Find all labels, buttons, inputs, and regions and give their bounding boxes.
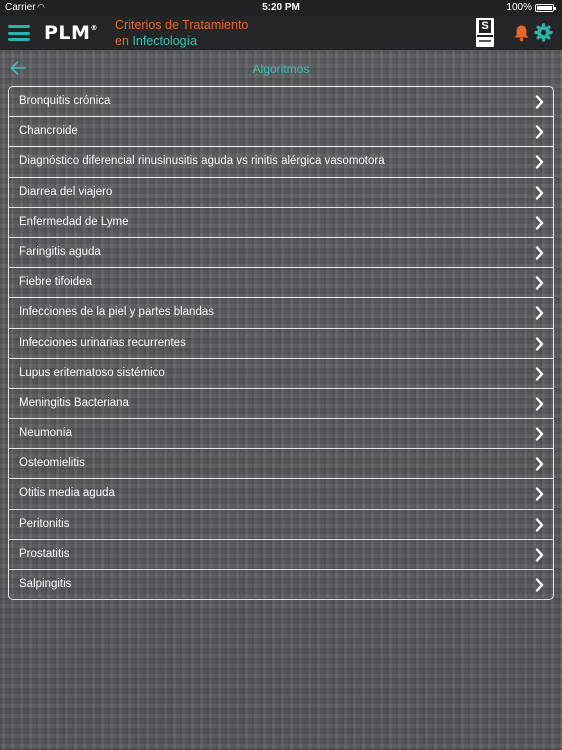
list-item-label: Infecciones de la piel y partes blandas: [19, 306, 214, 319]
chevron-right-icon: [535, 125, 544, 139]
algorithm-list: Bronquitis crónica Chancroide Diagnóstico …: [8, 86, 554, 600]
list-item-label: Fiebre tifoidea: [19, 276, 92, 289]
chevron-right-icon: [535, 185, 544, 200]
list-item-label: Chancroide: [19, 125, 78, 138]
chevron-right-icon: [535, 487, 544, 502]
list-item[interactable]: Chancroide: [9, 117, 553, 148]
app-title-line1: Criterios de Tratamiento: [115, 18, 249, 32]
menu-icon[interactable]: [8, 25, 30, 41]
list-item-label: Diarrea del viajero: [19, 185, 113, 198]
chevron-right-icon: [535, 306, 544, 321]
app-header: PLM® Criterios de Tratamiento en Infecto…: [0, 16, 562, 50]
list-item[interactable]: Enfermedad de Lyme: [9, 208, 553, 238]
seal-icon[interactable]: S: [476, 18, 494, 47]
list-item-label: Enfermedad de Lyme: [19, 215, 129, 228]
app-title: Criterios de Tratamiento en Infectología: [115, 17, 248, 49]
list-item-label: Faringitis aguda: [19, 245, 101, 258]
chevron-right-icon: [535, 427, 544, 441]
list-item-label: Prostatitis: [19, 547, 70, 560]
list-item[interactable]: Infecciones de la piel y partes blandas: [9, 298, 553, 329]
chevron-right-icon: [535, 95, 544, 109]
list-item-label: Diagnóstico diferencial rinusinusitis ag…: [19, 155, 385, 168]
list-item[interactable]: Diagnóstico diferencial rinusinusitis ag…: [9, 147, 553, 178]
chevron-right-icon: [535, 578, 544, 592]
list-item[interactable]: Bronquitis crónica: [9, 87, 553, 118]
app-title-specialty: Infectología: [132, 34, 198, 48]
list-item-label: Infecciones urinarias recurrentes: [19, 336, 186, 349]
list-item-label: Peritonitis: [19, 517, 70, 530]
list-item[interactable]: Meningitis Bacteriana: [9, 389, 553, 420]
list-item-label: Meningitis Bacteriana: [19, 396, 129, 409]
chevron-right-icon: [535, 457, 544, 471]
chevron-right-icon: [535, 548, 544, 562]
list-item[interactable]: Osteomielitis: [9, 449, 553, 480]
list-item[interactable]: Otitis media aguda: [9, 479, 553, 510]
status-time: 5:20 PM: [262, 2, 300, 13]
list-item[interactable]: Infecciones urinarias recurrentes: [9, 329, 553, 359]
battery-icon: [535, 4, 556, 12]
list-item-label: Bronquitis crónica: [19, 95, 111, 107]
chevron-right-icon: [535, 246, 544, 260]
list-item-label: Lupus eritematoso sistémico: [19, 366, 165, 379]
chevron-right-icon: [535, 366, 544, 381]
list-item[interactable]: Lupus eritematoso sistémico: [9, 359, 553, 389]
chevron-right-icon: [535, 216, 544, 230]
chevron-right-icon: [535, 517, 544, 532]
list-item[interactable]: Faringitis aguda: [9, 238, 553, 269]
section-title: Algoritmos: [252, 62, 310, 76]
list-item[interactable]: Salpingitis: [9, 570, 553, 599]
chevron-right-icon: [535, 397, 544, 411]
app-title-line2: en Infectología: [115, 34, 198, 48]
chevron-right-icon: [535, 155, 544, 170]
sub-navigation: Algoritmos: [0, 50, 562, 86]
battery-percent: 100%: [506, 2, 532, 13]
list-item[interactable]: Neumonía: [9, 419, 553, 450]
list-item-label: Osteomielitis: [19, 457, 85, 470]
chevron-right-icon: [535, 336, 544, 351]
list-item[interactable]: Diarrea del viajero: [9, 178, 553, 208]
list-item[interactable]: Fiebre tifoidea: [9, 268, 553, 299]
bell-icon[interactable]: [513, 24, 530, 42]
list-item[interactable]: Peritonitis: [9, 510, 553, 540]
gear-icon[interactable]: [534, 23, 553, 42]
list-item-label: Otitis media aguda: [19, 487, 115, 500]
status-bar: Carrier ◠ 5:20 PM 100%: [0, 0, 562, 16]
list-item-label: Salpingitis: [19, 578, 72, 590]
list-item-label: Neumonía: [19, 427, 73, 440]
list-item[interactable]: Prostatitis: [9, 540, 553, 570]
chevron-right-icon: [535, 276, 544, 290]
plm-logo: PLM®: [44, 22, 98, 44]
